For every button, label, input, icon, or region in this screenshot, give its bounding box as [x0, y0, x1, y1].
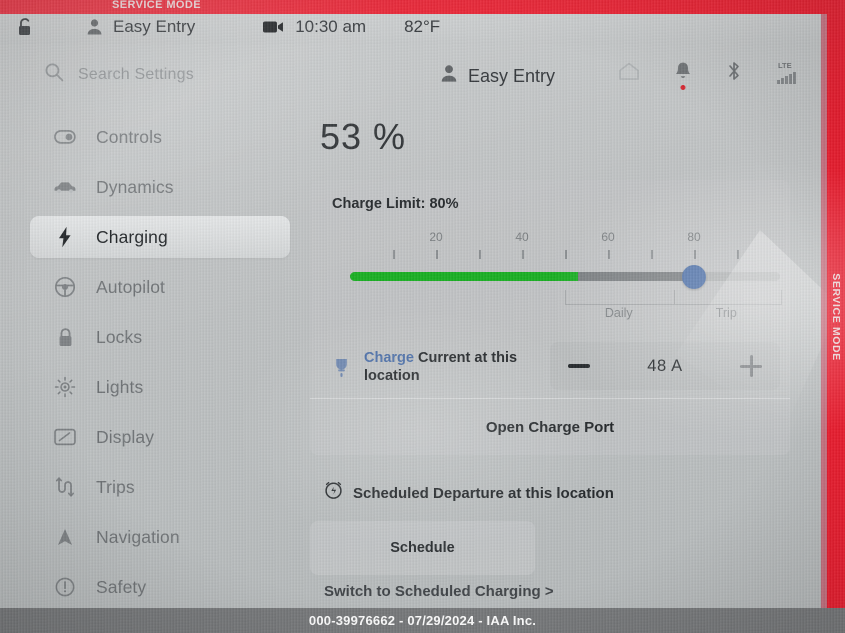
service-mode-top-text: SERVICE MODE [112, 0, 201, 11]
sidebar-item-navigation[interactable]: Navigation [30, 516, 290, 558]
sidebar-item-display[interactable]: Display [30, 416, 290, 458]
signal-bars [777, 71, 796, 84]
sidebar-item-controls[interactable]: Controls [30, 116, 290, 158]
lte-label: LTE [778, 60, 792, 70]
plug-icon [328, 357, 354, 378]
scheduled-departure-header: Scheduled Departure at this location [324, 481, 810, 505]
battery-percent-readout: 53 % [320, 116, 407, 157]
charge-current-row: Charge Current at this location 48 A [310, 336, 790, 398]
bell-icon[interactable] [674, 61, 692, 90]
scheduled-departure-label: Scheduled Departure at this location [353, 484, 614, 502]
person-icon [86, 18, 103, 36]
sidebar-item-charging[interactable]: Charging [30, 216, 290, 258]
sidebar-item-label: Trips [96, 476, 135, 497]
slider-tick-label: 20 [429, 230, 443, 244]
status-icon-group: LTE [618, 60, 806, 90]
sidebar-item-label: Display [96, 426, 155, 447]
alert-circle-icon [50, 577, 80, 597]
bolt-icon [50, 226, 80, 248]
increase-current-button[interactable] [740, 355, 762, 377]
service-mode-side-banner: SERVICE MODE [827, 0, 845, 633]
toggle-icon [50, 130, 80, 144]
car-icon [50, 180, 80, 194]
charge-limit-card: Charge Limit: 80% 20 40 60 80 Daily Trip… [310, 180, 790, 455]
settings-sidebar: Controls Dynamics Charging Autopilot Loc… [30, 116, 290, 616]
alarm-clock-icon [324, 481, 343, 505]
sidebar-item-safety[interactable]: Safety [30, 566, 290, 608]
bluetooth-icon[interactable] [726, 60, 742, 87]
sidebar-item-trips[interactable]: Trips [30, 466, 290, 508]
photographed-tesla-touchscreen: Easy Entry 10:30 am 82°F Search Settings [0, 0, 845, 633]
outside-temperature: 82°F [404, 17, 441, 36]
steering-wheel-icon [50, 276, 80, 298]
sidebar-item-label: Lights [96, 376, 144, 397]
sidebar-item-label: Controls [96, 126, 162, 147]
sidebar-item-lights[interactable]: Lights [30, 366, 290, 408]
sidebar-item-label: Charging [96, 226, 168, 247]
sidebar-item-label: Safety [96, 576, 147, 597]
display-icon [50, 428, 80, 446]
charge-current-label-accent: Charge [364, 350, 414, 366]
slider-knob[interactable] [682, 265, 706, 289]
decrease-current-button[interactable] [568, 364, 590, 368]
open-charge-port-button[interactable]: Open Charge Port [310, 399, 790, 455]
slider-ticks [350, 250, 780, 260]
trips-icon [50, 477, 80, 497]
navigation-arrow-icon [50, 527, 80, 547]
vehicle-profile-name[interactable]: Easy Entry [113, 17, 195, 37]
service-mode-side-text: SERVICE MODE [830, 272, 842, 361]
app-header: Easy Entry LTE [440, 56, 820, 96]
slider-green-fill [350, 272, 578, 281]
charge-limit-label: Charge Limit: 80% [332, 196, 459, 212]
slider-tick-label: 40 [515, 230, 529, 244]
sidebar-item-label: Autopilot [96, 276, 166, 297]
sidebar-item-label: Dynamics [96, 176, 174, 197]
charge-limit-slider[interactable]: 20 40 60 80 Daily Trip [310, 228, 790, 336]
unlocked-padlock-icon[interactable] [16, 17, 34, 37]
notification-dot [680, 85, 686, 90]
daily-trip-bracket [565, 290, 782, 305]
sidebar-item-label: Navigation [96, 526, 180, 547]
lte-signal-icon[interactable]: LTE [776, 60, 806, 86]
search-icon [44, 62, 64, 87]
video-camera-icon[interactable] [263, 20, 285, 34]
switch-to-scheduled-charging-link[interactable]: Switch to Scheduled Charging > [324, 583, 810, 600]
slider-track[interactable] [350, 272, 780, 281]
slider-gray-fill [577, 272, 694, 281]
slider-mode-daily: Daily [604, 306, 633, 320]
service-mode-top-banner: SERVICE MODE [0, 0, 845, 14]
schedule-button[interactable]: Schedule [310, 521, 535, 575]
slider-tick-label: 60 [601, 230, 615, 244]
home-icon[interactable] [618, 61, 640, 86]
sidebar-item-autopilot[interactable]: Autopilot [30, 266, 290, 308]
charge-current-value: 48 A [647, 356, 683, 375]
clock-time: 10:30 am [295, 17, 367, 36]
search-bar[interactable]: Search Settings [44, 62, 194, 87]
settings-app: Search Settings Easy Entry LTE Controls … [0, 44, 827, 633]
sidebar-item-locks[interactable]: Locks [30, 316, 290, 358]
slider-tick-label: 80 [687, 230, 701, 244]
person-icon [440, 64, 458, 88]
auction-watermark-bar: 000-39976662 - 07/29/2024 - IAA Inc. [0, 608, 845, 633]
slider-tick-labels: 20 40 60 80 [350, 230, 780, 246]
charge-current-stepper[interactable]: 48 A [550, 342, 780, 390]
auction-watermark-text: 000-39976662 - 07/29/2024 - IAA Inc. [308, 613, 537, 628]
slider-mode-trip: Trip [715, 306, 737, 320]
vehicle-status-bar: Easy Entry 10:30 am 82°F [0, 10, 827, 44]
app-profile-name[interactable]: Easy Entry [468, 66, 555, 87]
search-input-placeholder[interactable]: Search Settings [78, 66, 194, 84]
charge-current-label: Charge Current at this location [364, 349, 534, 385]
charging-panel: 53 % Charge Limit: 80% 20 40 60 80 Daily… [310, 116, 810, 600]
sidebar-item-label: Locks [96, 326, 143, 347]
sidebar-item-dynamics[interactable]: Dynamics [30, 166, 290, 208]
lock-icon [50, 327, 80, 348]
sun-icon [50, 376, 80, 398]
